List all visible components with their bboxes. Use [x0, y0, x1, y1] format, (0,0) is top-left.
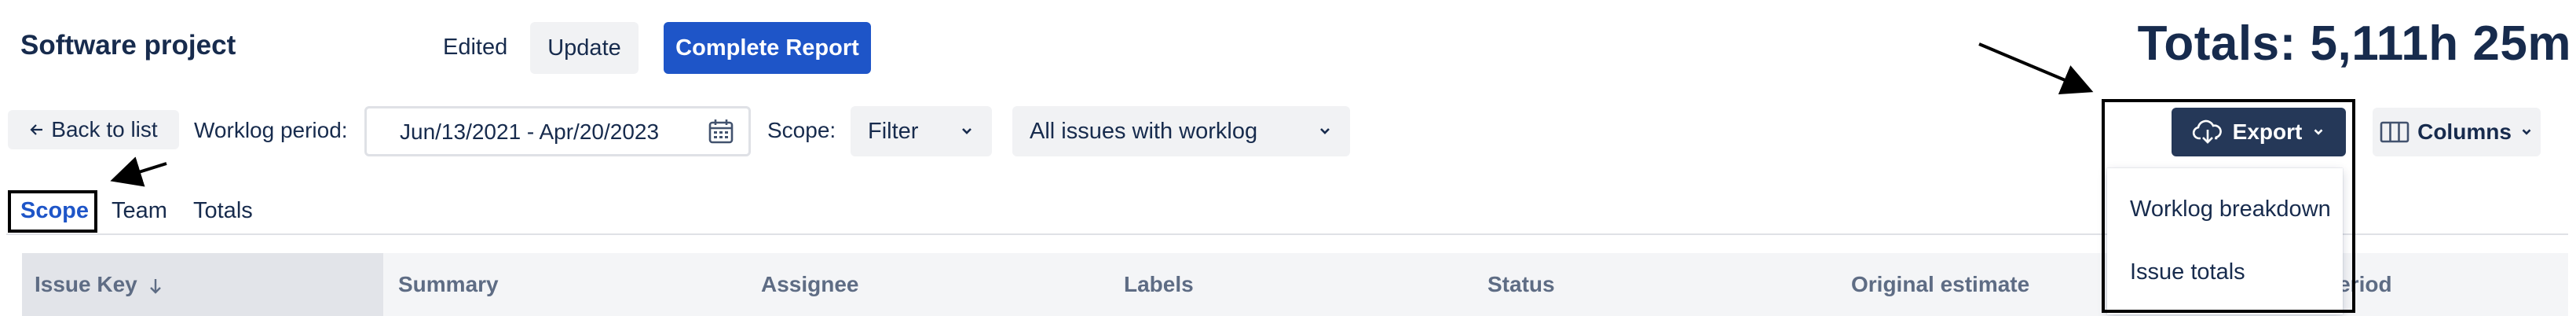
annotation-arrows — [110, 42, 2094, 187]
annotation-arrow-export — [1978, 42, 2094, 95]
annotation-arrow-scope — [110, 156, 167, 187]
